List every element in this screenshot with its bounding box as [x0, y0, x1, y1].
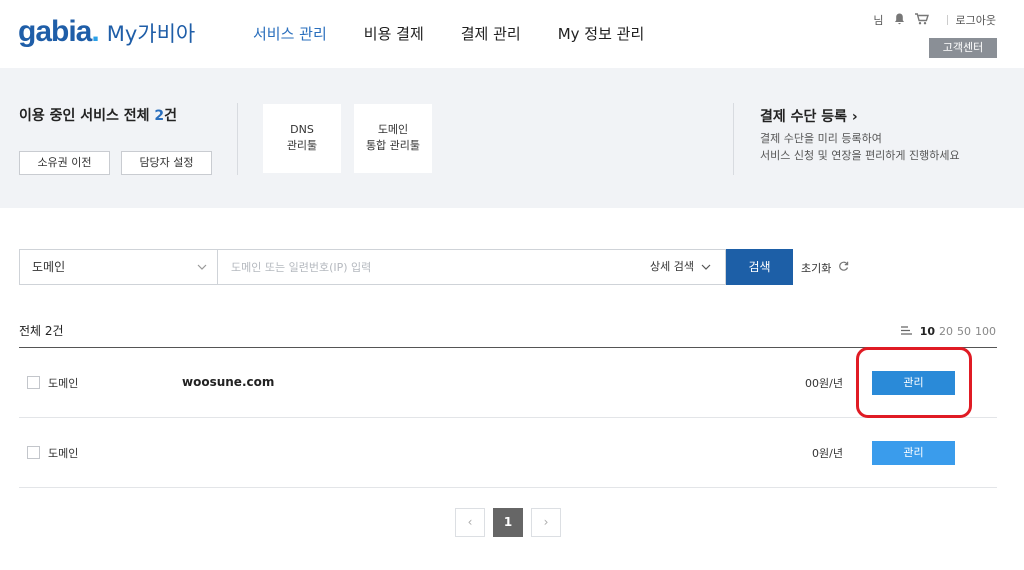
dns-tool-card[interactable]: DNS 관리툴 — [263, 104, 341, 173]
dns-tool-line2: 관리툴 — [286, 139, 318, 152]
divider — [733, 103, 734, 175]
highlight-annotation — [856, 347, 972, 418]
table-row: 도메인 woosune.com 00원/년 관리 — [19, 348, 997, 418]
category-select[interactable]: 도메인 — [20, 250, 218, 284]
bell-icon[interactable] — [894, 13, 905, 28]
utility-bar: 님 로그아웃 — [873, 12, 996, 28]
top-header: gabia. My가비아 서비스 관리 비용 결제 결제 관리 My 정보 관리… — [0, 0, 1024, 68]
customer-center-button[interactable]: 고객센터 — [929, 38, 997, 58]
manage-button[interactable]: 관리 — [872, 441, 955, 465]
util-divider — [946, 15, 948, 25]
manager-settings-button[interactable]: 담당자 설정 — [121, 151, 212, 175]
nav-billing[interactable]: 비용 결제 — [364, 23, 424, 45]
search-input[interactable] — [219, 250, 629, 284]
nav-payment-management[interactable]: 결제 관리 — [461, 23, 521, 45]
page-size-10[interactable]: 10 — [920, 325, 935, 338]
user-name: 님 — [873, 14, 884, 27]
page-size-100[interactable]: 100 — [975, 325, 996, 338]
divider — [237, 103, 238, 175]
list-total-count: 전체 2건 — [19, 324, 64, 338]
row-checkbox[interactable] — [27, 446, 40, 459]
next-page-button[interactable]: › — [531, 508, 561, 537]
reset-button[interactable]: 초기화 — [801, 260, 849, 276]
payment-method-description: 결제 수단을 미리 등록하여 서비스 신청 및 연장을 편리하게 진행하세요 — [760, 130, 960, 164]
page-size-selector: 10 20 50 100 — [900, 325, 996, 338]
category-select-value: 도메인 — [32, 260, 66, 274]
detail-search-label: 상세 검색 — [650, 260, 694, 273]
nav-service-management[interactable]: 서비스 관리 — [253, 23, 327, 45]
prev-page-button[interactable]: ‹ — [455, 508, 485, 537]
detail-search-toggle[interactable]: 상세 검색 — [650, 250, 711, 284]
table-row: 도메인 0원/년 관리 — [19, 418, 997, 488]
domain-tool-line2: 통합 관리툴 — [365, 139, 421, 152]
row-price: 0원/년 — [812, 447, 843, 460]
logo-sub: My가비아 — [106, 22, 196, 46]
ownership-transfer-button[interactable]: 소유권 이전 — [19, 151, 110, 175]
row-service-type: 도메인 — [48, 447, 79, 460]
page-size-50[interactable]: 50 — [957, 325, 971, 338]
pay-desc-line1: 결제 수단을 미리 등록하여 — [760, 132, 882, 145]
service-count-title: 이용 중인 서비스 전체 2건 — [19, 108, 178, 124]
payment-method-register-link[interactable]: 결제 수단 등록 › — [760, 106, 858, 126]
nav-my-info[interactable]: My 정보 관리 — [558, 23, 645, 45]
gabia-logo[interactable]: gabia. My가비아 — [18, 17, 195, 49]
chevron-down-icon — [197, 250, 207, 284]
row-checkbox[interactable] — [27, 376, 40, 389]
search-button[interactable]: 검색 — [726, 249, 793, 285]
reset-label: 초기화 — [801, 262, 832, 275]
page-size-20[interactable]: 20 — [939, 325, 953, 338]
page-1-button[interactable]: 1 — [493, 508, 523, 537]
service-summary-panel: 이용 중인 서비스 전체 2건 소유권 이전 담당자 설정 DNS 관리툴 도메… — [0, 68, 1024, 208]
row-price: 00원/년 — [805, 377, 843, 390]
pay-desc-line2: 서비스 신청 및 연장을 편리하게 진행하세요 — [760, 149, 960, 162]
logo-wordmark: gabia. — [18, 15, 100, 48]
chevron-down-icon — [701, 260, 711, 273]
dns-tool-line1: DNS — [290, 123, 314, 136]
logout-link[interactable]: 로그아웃 — [956, 12, 996, 28]
main-nav: 서비스 관리 비용 결제 결제 관리 My 정보 관리 — [253, 23, 681, 45]
cart-icon[interactable] — [914, 12, 929, 28]
refresh-icon — [838, 261, 849, 275]
search-bar: 도메인 상세 검색 — [19, 249, 726, 285]
domain-tool-card[interactable]: 도메인 통합 관리툴 — [354, 104, 432, 173]
row-domain-name[interactable]: woosune.com — [182, 375, 274, 389]
domain-tool-line1: 도메인 — [377, 123, 409, 136]
row-service-type: 도메인 — [48, 377, 79, 390]
list-lines-icon — [900, 325, 912, 338]
